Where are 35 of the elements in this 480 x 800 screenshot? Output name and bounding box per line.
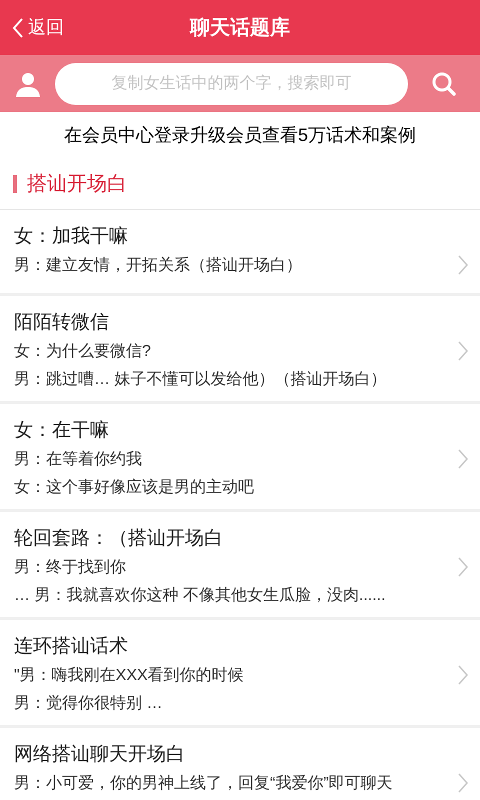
topic-item[interactable]: 连环搭讪话术 "男：嗨我刚在XXX看到你的时候 男：觉得你很特别 …: [0, 620, 480, 728]
topic-title: 网络搭讪聊天开场白: [14, 743, 186, 767]
dialogue-line: 女：这个事好像应该是男的主动吧: [14, 478, 255, 498]
dialogue-line: 男：小可爱，你的男神上线了，回复“我爱你”即可聊天: [14, 774, 394, 794]
chevron-left-icon: [12, 16, 24, 38]
chevron-right-icon: [458, 557, 468, 577]
topic-item[interactable]: 女：加我干嘛 男：建立友情，开拓关系（搭讪开场白）: [0, 210, 480, 296]
dialogue-line: 男：跳过嘈… 妹子不懂可以发给他）（搭讪开场白）: [14, 370, 388, 390]
topic-title: 陌陌转微信: [14, 311, 110, 335]
dialogue-line: … 男：我就喜欢你这种 不像其他女生瓜脸，没肉......: [14, 586, 387, 606]
chevron-right-icon: [458, 665, 468, 685]
chevron-right-icon: [458, 773, 468, 793]
accent-bar: [13, 174, 17, 192]
chevron-right-icon: [458, 341, 468, 361]
dialogue-line: 男：觉得你很特别 …: [14, 694, 164, 714]
topic-title: 连环搭讪话术: [14, 635, 129, 659]
dialogue-line: 男：终于找到你: [14, 558, 127, 578]
back-button[interactable]: 返回: [0, 14, 64, 41]
topic-title: 女：加我干嘛: [14, 225, 129, 249]
chevron-right-icon: [458, 449, 468, 469]
dialogue-line: 男：建立友情，开拓关系（搭讪开场白）: [14, 256, 303, 276]
member-notice: 在会员中心登录升级会员查看5万话术和案例: [62, 124, 417, 146]
dialogue-line: 男：在等着你约我: [14, 450, 143, 470]
chevron-right-icon: [458, 255, 468, 275]
topic-item[interactable]: 网络搭讪聊天开场白 男：小可爱，你的男神上线了，回复“我爱你”即可聊天: [0, 728, 480, 800]
topic-item[interactable]: 陌陌转微信 女：为什么要微信? 男：跳过嘈… 妹子不懂可以发给他）（搭讪开场白）: [0, 296, 480, 404]
dialogue-line: "男：嗨我刚在XXX看到你的时候: [14, 666, 245, 686]
topic-title: 轮回套路：（搭讪开场白: [14, 527, 224, 551]
topic-title: 女：在干嘛: [14, 419, 110, 443]
search-field[interactable]: 复制女生话中的两个字，搜索即可: [55, 62, 408, 104]
dialogue-line: 女：为什么要微信?: [14, 342, 152, 362]
topic-item[interactable]: 女：在干嘛 男：在等着你约我 女：这个事好像应该是男的主动吧: [0, 404, 480, 512]
page-title: 聊天话题库: [190, 16, 290, 40]
topic-item[interactable]: 轮回套路：（搭讪开场白 男：终于找到你 … 男：我就喜欢你这种 不像其他女生瓜脸，没肉......: [0, 512, 480, 620]
section-heading: 搭讪开场白: [27, 172, 127, 196]
